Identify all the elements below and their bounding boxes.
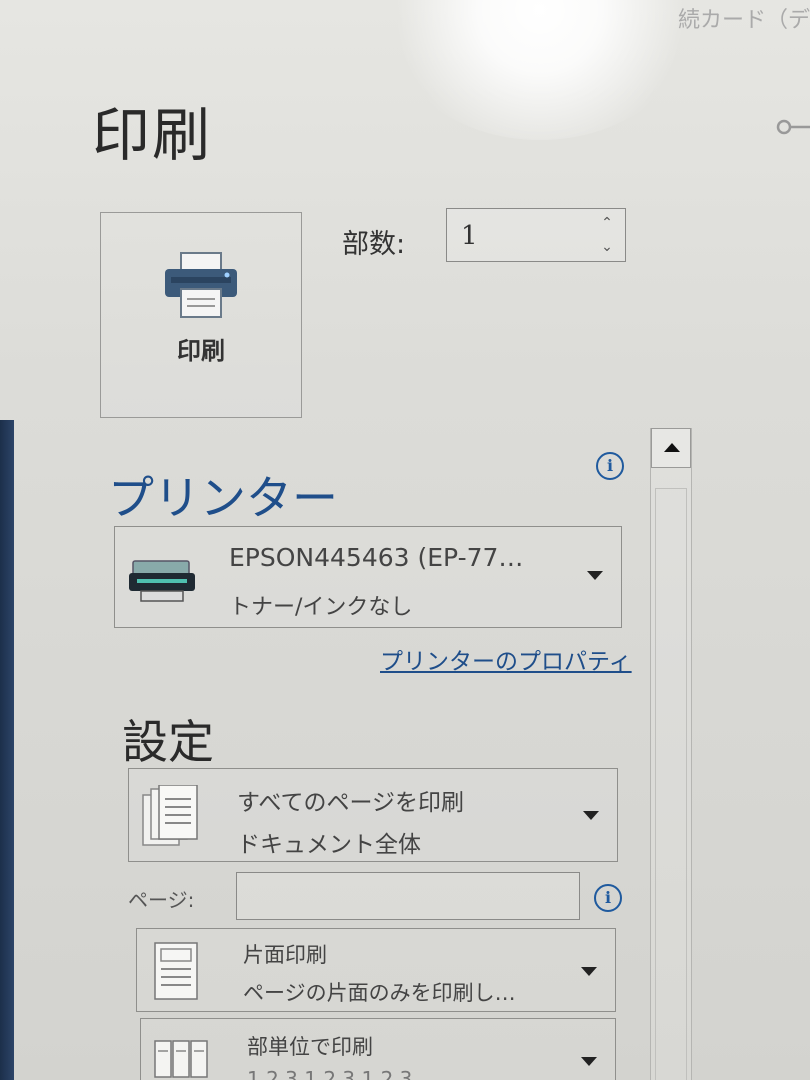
sides-option: 片面印刷 (243, 943, 327, 967)
window-edge (0, 420, 14, 1080)
scroll-up-button[interactable] (651, 428, 691, 468)
caret-down-icon[interactable] (581, 967, 597, 976)
print-button[interactable]: 印刷 (100, 212, 302, 418)
print-button-label: 印刷 (177, 337, 225, 365)
chevron-up-icon[interactable]: ⌃ (599, 215, 615, 231)
triangle-up-icon (664, 443, 680, 452)
printer-name: EPSON445463 (EP-77… (229, 543, 524, 572)
info-icon[interactable]: i (594, 884, 622, 912)
caret-down-icon[interactable] (587, 571, 603, 580)
printer-section-title: プリンター (108, 471, 338, 525)
printer-status: トナー/インクなし (229, 595, 413, 620)
print-backstage: 続カード（デ 印刷 印刷 部数: 1 ⌃ ⌄ プリンター i EPSON4454… (0, 0, 810, 1080)
pages-label: ページ: (128, 888, 195, 912)
page-range-description: ドキュメント全体 (237, 832, 421, 858)
documents-icon (142, 785, 198, 846)
printer-properties-link[interactable]: プリンターのプロパティ (380, 642, 632, 676)
caret-down-icon[interactable] (583, 811, 599, 820)
printer-icon (165, 252, 237, 318)
sides-select[interactable]: 片面印刷 ページの片面のみを印刷し… (136, 928, 616, 1012)
collate-description: 1,2,3 1,2,3 1,2,3 (247, 1067, 413, 1080)
sides-description: ページの片面のみを印刷し… (243, 981, 516, 1005)
screen-glare (380, 0, 700, 140)
key-icon[interactable] (776, 116, 810, 138)
copies-stepper[interactable]: 1 ⌃ ⌄ (446, 208, 626, 262)
info-icon[interactable]: i (596, 452, 624, 480)
copies-value[interactable]: 1 (461, 221, 478, 251)
scrollbar-thumb[interactable] (655, 488, 687, 1080)
collated-pages-icon (154, 1040, 208, 1078)
printer-device-icon (129, 560, 195, 602)
chevron-down-icon[interactable]: ⌄ (599, 239, 615, 255)
page-title: 印刷 (92, 101, 213, 169)
single-sided-icon (154, 942, 198, 1000)
window-title-fragment: 続カード（デ (677, 8, 810, 33)
collate-option: 部単位で印刷 (247, 1035, 373, 1059)
printer-select[interactable]: EPSON445463 (EP-77… トナー/インクなし (114, 526, 622, 628)
collate-select[interactable]: 部単位で印刷 1,2,3 1,2,3 1,2,3 (140, 1018, 616, 1080)
caret-down-icon[interactable] (581, 1057, 597, 1066)
copies-label: 部数: (342, 229, 406, 260)
page-range-select[interactable]: すべてのページを印刷 ドキュメント全体 (128, 768, 618, 862)
page-range-option: すべてのページを印刷 (237, 790, 465, 816)
pages-input[interactable] (236, 872, 580, 920)
vertical-scrollbar[interactable] (650, 428, 692, 1080)
settings-section-title: 設定 (122, 715, 214, 769)
